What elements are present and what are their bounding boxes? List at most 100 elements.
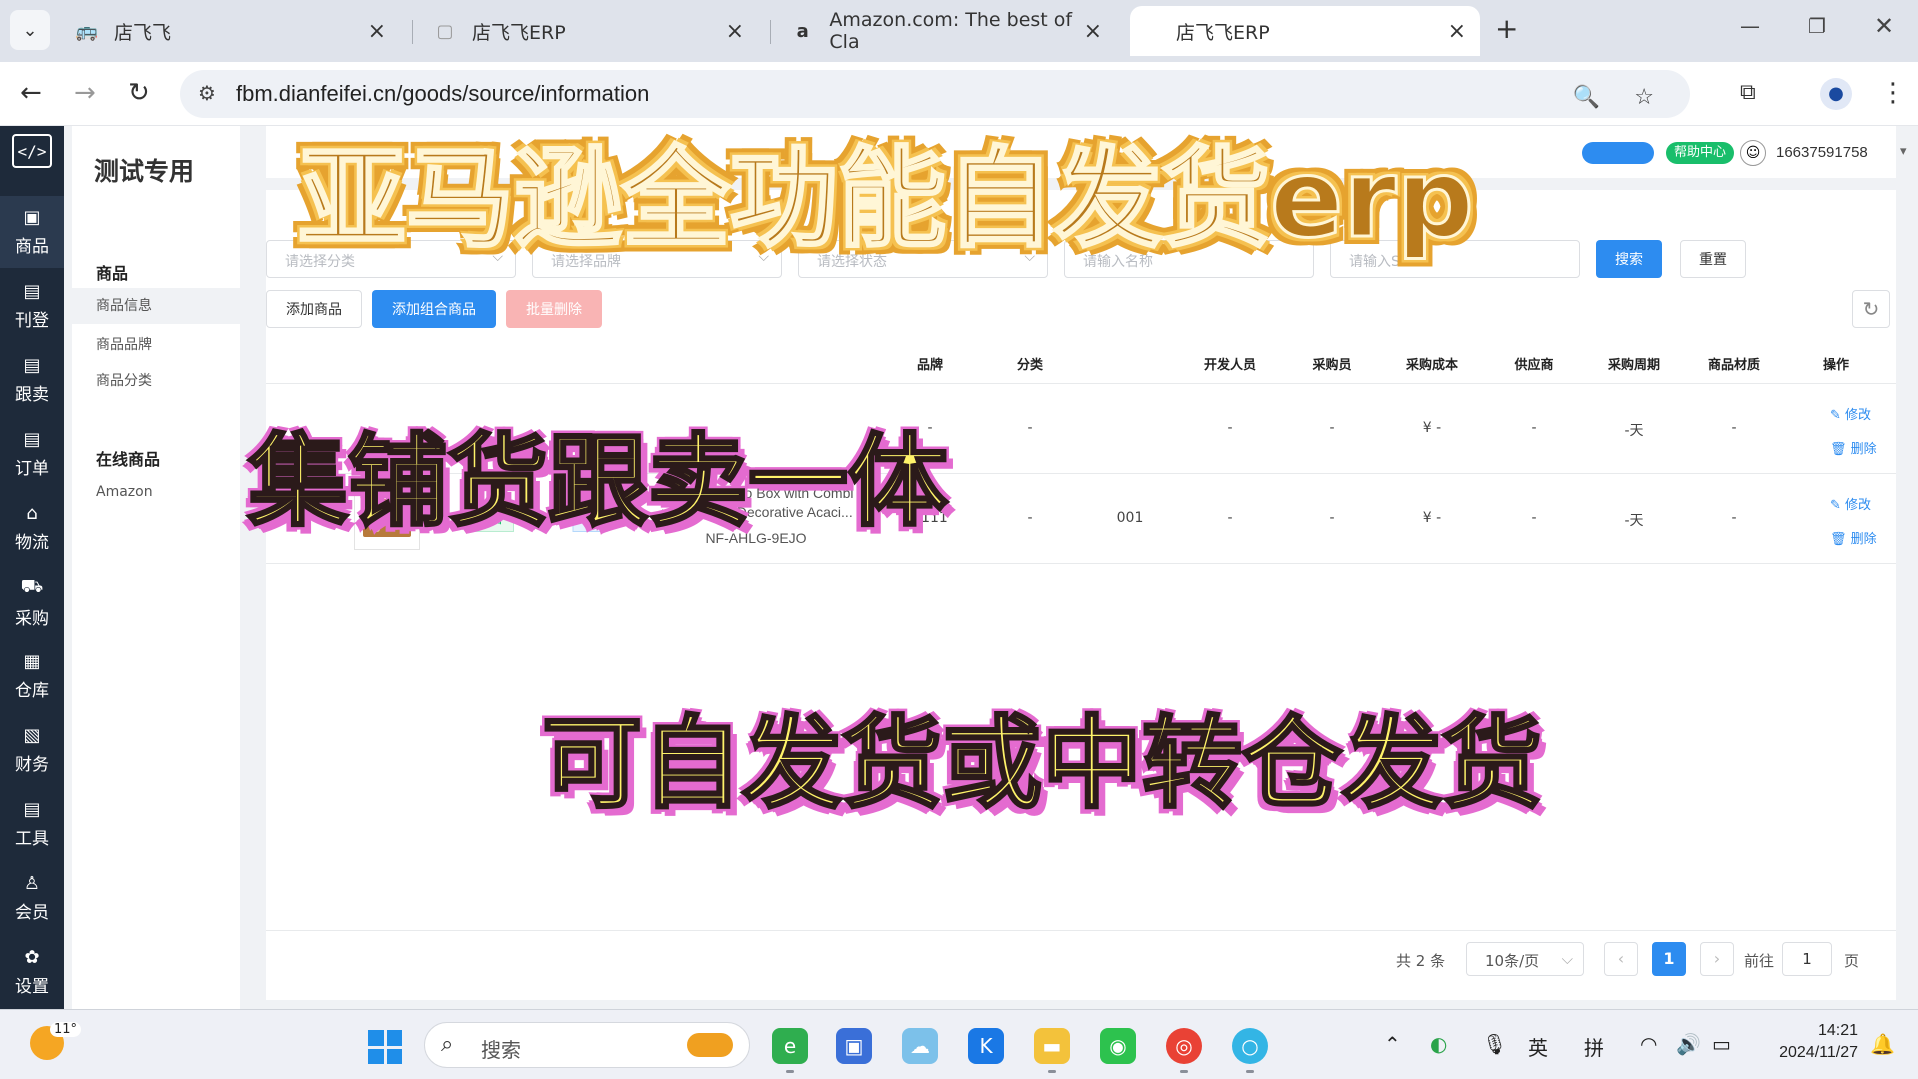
menu-item-goods-category[interactable]: 商品分类: [96, 370, 152, 390]
add-goods-button[interactable]: 添加商品: [266, 290, 362, 328]
reset-button[interactable]: 重置: [1680, 240, 1746, 278]
search-icon: ⌕: [441, 1032, 454, 1057]
menu-item-goods-info[interactable]: 商品信息: [72, 288, 240, 324]
rail-item-logistics[interactable]: ⌂ 物流: [0, 492, 64, 564]
menu-item-amazon[interactable]: Amazon: [96, 484, 153, 500]
forward-button[interactable]: →: [74, 78, 96, 108]
menu-group-online: 在线商品: [96, 450, 161, 469]
rail-item-purchase[interactable]: ⛟ 采购: [0, 566, 64, 638]
avatar[interactable]: ☺: [1740, 140, 1766, 166]
running-indicator: [786, 1070, 794, 1073]
help-center-button[interactable]: 帮助中心: [1666, 142, 1735, 164]
page-1-button[interactable]: 1: [1652, 942, 1686, 976]
sub-menu: 测试专用 商品 商品信息 商品品牌 商品分类 在线商品 Amazon: [72, 126, 240, 1009]
rail-item-warehouse[interactable]: ▦ 仓库: [0, 640, 64, 712]
user-icon: ♙: [23, 873, 41, 894]
prev-page-button[interactable]: ‹: [1604, 942, 1638, 976]
new-tab-button[interactable]: +: [1495, 12, 1518, 45]
cloud-app-icon[interactable]: ☁: [902, 1028, 938, 1064]
close-icon[interactable]: ×: [1084, 19, 1102, 44]
taskbar-search[interactable]: ⌕ 搜索: [424, 1022, 750, 1068]
battery-icon[interactable]: ▭: [1712, 1032, 1731, 1056]
chrome-icon[interactable]: ◎: [1166, 1028, 1202, 1064]
extensions-icon[interactable]: ⧉: [1740, 80, 1756, 105]
remote-app-icon[interactable]: ▣: [836, 1028, 872, 1064]
batch-delete-button[interactable]: 批量删除: [506, 290, 602, 328]
refresh-icon[interactable]: ↻: [1852, 290, 1890, 328]
home-icon: ⌂: [26, 503, 38, 524]
document-icon: ▤: [23, 281, 41, 302]
ime-english[interactable]: 英: [1528, 1032, 1548, 1061]
rail-item-settings[interactable]: ✿ 设置: [0, 936, 64, 1008]
divider: [266, 930, 1896, 931]
th-buyer: 采购员: [1312, 358, 1352, 373]
address-bar[interactable]: ⚙ fbm.dianfeifei.cn/goods/source/informa…: [180, 70, 1690, 118]
restore-button[interactable]: ❐: [1808, 14, 1826, 38]
edit-link[interactable]: ✎ 修改: [1830, 494, 1871, 513]
reload-button[interactable]: ↻: [128, 78, 150, 108]
tab-search-button[interactable]: ⌄: [10, 10, 50, 50]
gear-icon: ✿: [24, 947, 40, 968]
minimize-button[interactable]: —: [1740, 14, 1760, 38]
next-page-button[interactable]: ›: [1700, 942, 1734, 976]
site-settings-icon[interactable]: ⚙: [198, 81, 216, 105]
bookmark-star-icon[interactable]: ☆: [1634, 85, 1654, 110]
k-app-icon[interactable]: K: [968, 1028, 1004, 1064]
page-size-select[interactable]: 10条/页 ⌵: [1466, 942, 1584, 976]
rail-item-finance[interactable]: ▧ 财务: [0, 714, 64, 786]
folder-icon[interactable]: ▬: [1034, 1028, 1070, 1064]
menu-item-goods-brand[interactable]: 商品品牌: [96, 334, 152, 354]
chevron-down-icon: ⌵: [1561, 950, 1573, 968]
goto-page-input[interactable]: 1: [1782, 942, 1832, 976]
screen: ⌄ 🚌 店飞飞 × ▢ 店飞飞ERP × a Amazon.com: The b…: [0, 0, 1918, 1079]
weather-temp: 11°: [50, 1022, 82, 1037]
rail-item-tools[interactable]: ▤ 工具: [0, 788, 64, 860]
tab-title: 店飞飞ERP: [1176, 21, 1270, 44]
rail-item-listing[interactable]: ▤ 刊登: [0, 270, 64, 342]
notification-bell-icon[interactable]: 🔔: [1870, 1032, 1895, 1056]
zoom-icon[interactable]: 🔍: [1573, 85, 1600, 110]
menu-title: 测试专用: [94, 157, 195, 186]
close-icon[interactable]: ×: [726, 19, 744, 44]
chevron-up-icon[interactable]: ⌃: [1384, 1032, 1401, 1056]
browser-tab-4-active[interactable]: 店飞飞ERP ×: [1130, 6, 1480, 56]
browser-tab-1[interactable]: 🚌 店飞飞 ×: [60, 6, 400, 56]
notice-badge[interactable]: [1582, 142, 1654, 164]
add-combo-goods-button[interactable]: 添加组合商品: [372, 290, 496, 328]
wechat-icon[interactable]: ◉: [1100, 1028, 1136, 1064]
edge-app-icon[interactable]: e: [772, 1028, 808, 1064]
ime-pinyin[interactable]: 拼: [1584, 1032, 1604, 1061]
edit-icon: ✎: [1830, 408, 1846, 423]
input-method-icon[interactable]: ◐: [1430, 1032, 1447, 1056]
tab-title: 店飞飞: [114, 21, 172, 44]
microphone-icon[interactable]: 🎙: [1482, 1032, 1507, 1056]
more-menu-icon[interactable]: ⋮: [1880, 78, 1906, 108]
start-button[interactable]: [368, 1030, 402, 1064]
user-phone[interactable]: 16637591758: [1776, 144, 1868, 161]
chevron-down-icon[interactable]: ▾: [1900, 144, 1907, 159]
rail-item-member[interactable]: ♙ 会员: [0, 862, 64, 934]
search-app-icon[interactable]: ○: [1232, 1028, 1268, 1064]
wifi-icon[interactable]: ◠: [1640, 1032, 1657, 1056]
volume-icon[interactable]: 🔊: [1676, 1032, 1701, 1056]
taskbar: 11° ⌕ 搜索 e ▣ ☁ K ▬ ◉ ◎ ○ ⌃ ◐ 🎙 英 拼 ◠ 🔊 ▭…: [0, 1009, 1918, 1079]
back-button[interactable]: ←: [20, 78, 42, 108]
th-cost: 采购成本: [1405, 358, 1459, 373]
delete-link[interactable]: 🗑 删除: [1830, 528, 1877, 547]
profile-avatar-icon[interactable]: ●: [1820, 78, 1852, 110]
browser-tab-2[interactable]: ▢ 店飞飞ERP ×: [418, 6, 758, 56]
th-material: 商品材质: [1707, 358, 1761, 373]
rail-item-goods[interactable]: ▣ 商品: [0, 196, 64, 268]
close-icon[interactable]: ×: [1448, 19, 1466, 44]
browser-tab-3[interactable]: a Amazon.com: The best of Cla ×: [776, 6, 1116, 56]
close-window-button[interactable]: ✕: [1874, 12, 1894, 40]
logo-icon: </>: [12, 134, 52, 168]
clock[interactable]: 14:21 2024/11/27: [1762, 1020, 1858, 1064]
edit-link[interactable]: ✎ 修改: [1830, 404, 1871, 423]
rail-item-follow[interactable]: ▤ 跟卖: [0, 344, 64, 416]
search-button[interactable]: 搜索: [1596, 240, 1662, 278]
close-icon[interactable]: ×: [368, 19, 386, 44]
goods-panel: 全部 请选择分类⌵ 请选择品牌⌵ 请选择状态⌵ 请输入名称 请输入SKU 搜索 …: [266, 190, 1896, 1000]
delete-link[interactable]: 🗑 删除: [1830, 438, 1877, 457]
rail-item-orders[interactable]: ▤ 订单: [0, 418, 64, 490]
